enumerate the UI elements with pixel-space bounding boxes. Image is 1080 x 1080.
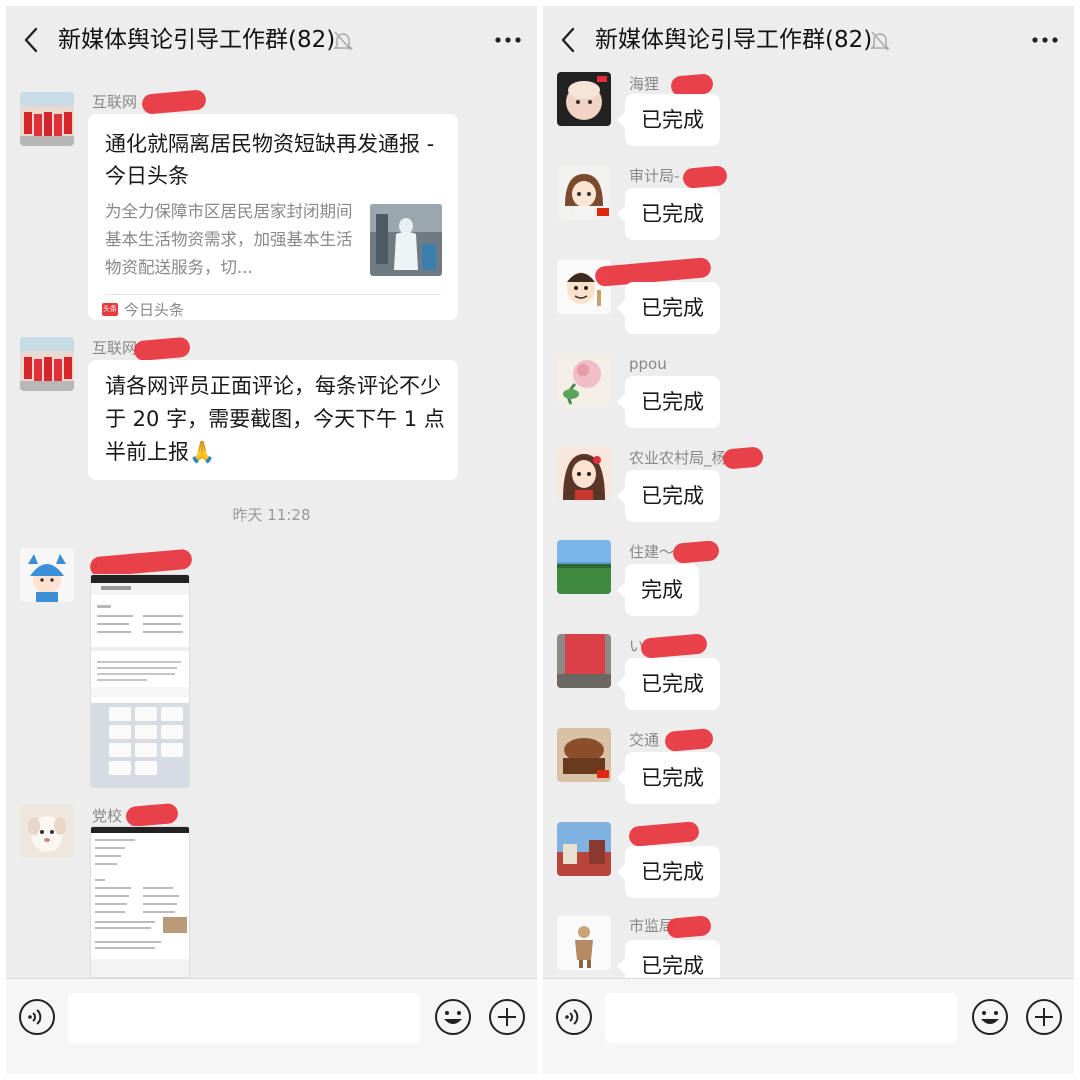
back-arrow-icon[interactable] bbox=[557, 26, 581, 54]
chat-title: 新媒体舆论引导工作群(82) bbox=[58, 27, 336, 53]
sender-name: 海狸 bbox=[629, 75, 660, 93]
more-icon[interactable] bbox=[1030, 30, 1060, 50]
link-card-message[interactable]: 通化就隔离居民物资短缺再发通报 - 今日头条 为全力保障市区居民居家封闭期间基本… bbox=[88, 114, 458, 320]
redaction-mark bbox=[682, 165, 728, 189]
sender-name: 住建～ bbox=[629, 543, 675, 561]
message-text: 请各网评员正面评论，每条评论不少于 20 字，需要截图，今天下午 1 点半前上报… bbox=[105, 374, 445, 464]
redaction-mark bbox=[722, 446, 764, 470]
chat-panel-left: 新媒体舆论引导工作群(82) 互联网 通化就隔离居民物资短缺再发通报 - 今日头… bbox=[6, 6, 537, 1074]
text-message[interactable]: 完成 bbox=[617, 564, 699, 616]
avatar[interactable] bbox=[557, 446, 611, 500]
back-arrow-icon[interactable] bbox=[20, 26, 44, 54]
voice-icon[interactable] bbox=[555, 998, 593, 1036]
text-message[interactable]: 已完成 bbox=[617, 752, 720, 804]
chat-title: 新媒体舆论引导工作群(82) bbox=[595, 27, 873, 53]
avatar[interactable] bbox=[557, 540, 611, 594]
emoji-icon[interactable] bbox=[434, 998, 472, 1036]
timestamp: 昨天 11:28 bbox=[232, 506, 311, 524]
screenshot-image-message[interactable] bbox=[90, 826, 190, 978]
avatar[interactable] bbox=[557, 72, 611, 126]
avatar[interactable] bbox=[557, 822, 611, 876]
avatar[interactable] bbox=[20, 548, 74, 602]
redaction-mark bbox=[141, 89, 207, 115]
link-source: 今日头条 bbox=[124, 301, 185, 319]
link-title: 通化就隔离居民物资短缺再发通报 - 今日头条 bbox=[105, 132, 435, 188]
redaction-mark bbox=[125, 802, 179, 828]
link-description: 为全力保障市区居民居家封闭期间基本生活物资需求，加强基本生活物资配送服务，切..… bbox=[105, 202, 353, 277]
chat-input-bar bbox=[6, 978, 537, 1074]
text-message[interactable]: 已完成 bbox=[617, 282, 720, 334]
sender-name: 互联网 bbox=[92, 339, 138, 357]
text-message[interactable]: 已完成 bbox=[617, 658, 720, 710]
redaction-mark bbox=[640, 633, 708, 659]
redaction-mark bbox=[672, 540, 720, 564]
voice-icon[interactable] bbox=[18, 998, 56, 1036]
sender-name: 交通 bbox=[629, 731, 660, 749]
text-message[interactable]: 请各网评员正面评论，每条评论不少于 20 字，需要截图，今天下午 1 点半前上报… bbox=[88, 360, 458, 480]
avatar[interactable] bbox=[557, 916, 611, 970]
text-message[interactable]: 已完成 bbox=[617, 376, 720, 428]
redaction-mark bbox=[133, 336, 191, 362]
text-message[interactable]: 已完成 bbox=[617, 188, 720, 240]
sender-name: ppou bbox=[629, 355, 667, 373]
redaction-mark bbox=[664, 727, 714, 753]
avatar[interactable] bbox=[557, 354, 611, 408]
link-thumbnail bbox=[370, 204, 442, 276]
sender-name: 审计局- bbox=[629, 167, 680, 185]
plus-icon[interactable] bbox=[1025, 998, 1063, 1036]
mute-bell-icon bbox=[870, 31, 890, 51]
plus-icon[interactable] bbox=[488, 998, 526, 1036]
divider bbox=[105, 294, 441, 295]
emoji-icon[interactable] bbox=[971, 998, 1009, 1036]
redaction-mark bbox=[628, 820, 700, 848]
mute-bell-icon bbox=[333, 31, 353, 51]
message-input[interactable] bbox=[605, 993, 957, 1043]
chat-header: 新媒体舆论引导工作群(82) bbox=[543, 6, 1074, 76]
text-message[interactable]: 已完成 bbox=[617, 470, 720, 522]
avatar[interactable] bbox=[20, 92, 74, 146]
avatar[interactable] bbox=[20, 804, 74, 858]
chat-header: 新媒体舆论引导工作群(82) bbox=[6, 6, 537, 76]
avatar[interactable] bbox=[20, 337, 74, 391]
text-message[interactable]: 已完成 bbox=[617, 94, 720, 146]
text-message[interactable]: 已完成 bbox=[617, 846, 720, 898]
sender-name: 党校 bbox=[92, 807, 123, 825]
sender-name: 互联网 bbox=[92, 93, 138, 111]
chat-panel-right: 新媒体舆论引导工作群(82) 海狸 已完成 审计局- 已完成 已完成 ppou … bbox=[543, 6, 1074, 1074]
screenshot-image-message[interactable] bbox=[90, 574, 190, 788]
sender-name: 农业农村局_杨 bbox=[629, 449, 727, 467]
message-input[interactable] bbox=[68, 993, 420, 1043]
redaction-mark bbox=[666, 915, 712, 939]
avatar[interactable] bbox=[557, 166, 611, 220]
chat-input-bar bbox=[543, 978, 1074, 1074]
avatar[interactable] bbox=[557, 634, 611, 688]
more-icon[interactable] bbox=[493, 30, 523, 50]
toutiao-logo-icon: 头条 bbox=[102, 303, 118, 316]
avatar[interactable] bbox=[557, 728, 611, 782]
